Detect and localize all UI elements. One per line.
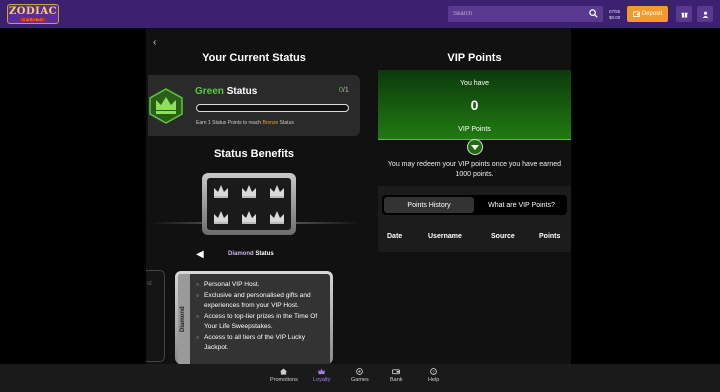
benefit-item: Access to top-tier prizes in the Time Of… xyxy=(196,312,322,333)
benefit-item: Personal VIP Host. xyxy=(196,280,322,291)
points-tabs: Points History What are VIP Points? xyxy=(382,195,567,215)
ghost-card-text: st xyxy=(147,281,152,287)
diamond-crowns xyxy=(207,178,291,230)
earn-prefix: Earn 1 Status Points to reach xyxy=(196,120,262,126)
expand-vip-button[interactable] xyxy=(467,139,483,155)
previous-tier-card[interactable]: st xyxy=(146,270,165,362)
diamond-badge xyxy=(202,173,296,235)
redeem-info: You may redeem your VIP points once you … xyxy=(387,161,562,178)
nav-label: Games xyxy=(351,377,369,383)
selected-tier-suffix: Status xyxy=(255,251,274,257)
search-box xyxy=(448,6,603,22)
crown-icon xyxy=(149,88,183,124)
tier-side-label: Diamond xyxy=(178,274,190,364)
deposit-button[interactable]: Deposit xyxy=(627,6,668,22)
earn-suffix: Status xyxy=(279,120,294,126)
benefit-item: Exclusive and personalised gifts and exp… xyxy=(196,291,322,312)
crown-icon xyxy=(270,185,284,198)
benefits-card: Diamond Personal VIP Host. Exclusive and… xyxy=(175,271,333,364)
tier-side-text: Diamond xyxy=(180,306,186,332)
tab-points-history[interactable]: Points History xyxy=(384,197,474,213)
tab-what-are-vip-points[interactable]: What are VIP Points? xyxy=(478,197,565,213)
crown-icon xyxy=(242,211,256,224)
balance-amount: $0.00 xyxy=(609,15,621,20)
crown-icon xyxy=(214,185,228,198)
nav-label: Promotions xyxy=(270,377,298,383)
user-icon xyxy=(702,11,708,18)
bank-icon xyxy=(392,369,401,375)
chevron-down-icon xyxy=(471,144,479,150)
crown-icon xyxy=(242,185,256,198)
deposit-label: Deposit xyxy=(641,11,663,17)
balance-display[interactable]: 07/55 $0.00 xyxy=(609,9,620,21)
nav-bank[interactable]: Bank xyxy=(390,368,403,383)
earn-target: Bronze xyxy=(262,120,279,126)
search-input[interactable] xyxy=(453,11,583,17)
vip-points-heading: VIP Points xyxy=(447,52,502,64)
wallet-icon xyxy=(632,11,640,17)
back-button[interactable]: ‹ xyxy=(153,37,156,48)
nav-label: Bank xyxy=(390,377,403,383)
benefit-item: Access to all tiers of the VIP Lucky Jac… xyxy=(196,333,322,354)
home-icon xyxy=(280,368,288,375)
status-name: Green Status xyxy=(195,86,257,97)
gift-button[interactable] xyxy=(676,6,692,22)
nav-help[interactable]: ? Help xyxy=(428,368,439,383)
games-icon xyxy=(356,368,364,375)
column-username: Username xyxy=(428,233,462,240)
progress-total: /1 xyxy=(342,87,349,94)
nav-label: Loyalty xyxy=(313,377,331,383)
gift-icon xyxy=(680,12,688,18)
vip-points-value: 0 xyxy=(470,97,479,113)
benefits-list: Personal VIP Host. Exclusive and persona… xyxy=(196,280,322,354)
logo-subtext: CASINO xyxy=(20,16,46,22)
earn-message: Earn 1 Status Points to reach Bronze Sta… xyxy=(196,120,294,126)
help-icon: ? xyxy=(430,368,437,375)
search-icon[interactable] xyxy=(589,9,598,18)
casino-logo[interactable]: ZODIAC CASINO xyxy=(7,4,59,24)
nav-loyalty[interactable]: Loyalty xyxy=(313,368,330,383)
logo-text: ZODIAC xyxy=(8,5,58,17)
status-benefits-heading: Status Benefits xyxy=(213,148,295,160)
column-source: Source xyxy=(491,233,515,240)
previous-tier-button[interactable]: ◀ xyxy=(196,249,204,260)
status-color-word: Green xyxy=(195,86,224,97)
account-button[interactable] xyxy=(697,6,713,22)
nav-promotions[interactable]: Promotions xyxy=(270,368,298,383)
benefits-card-body: Diamond Personal VIP Host. Exclusive and… xyxy=(178,274,330,364)
nav-games[interactable]: Games xyxy=(351,368,369,383)
crown-icon xyxy=(318,368,325,375)
vip-points-label: VIP Points xyxy=(458,126,491,133)
selected-tier-name: Diamond xyxy=(228,251,254,257)
crown-icon xyxy=(270,211,284,224)
nav-label: Help xyxy=(428,377,440,383)
green-crown-badge xyxy=(148,88,184,124)
status-progress-bar xyxy=(196,104,349,112)
crown-icon xyxy=(214,211,228,224)
status-suffix: Status xyxy=(226,86,258,97)
column-date: Date xyxy=(387,233,403,240)
top-bar: ZODIAC CASINO 07/55 $0.00 Deposit xyxy=(0,0,720,28)
svg-text:?: ? xyxy=(432,369,435,374)
vip-you-have: You have xyxy=(460,80,489,87)
current-status-heading: Your Current Status xyxy=(202,52,306,64)
progress-count: 0/1 xyxy=(339,87,349,94)
selected-tier-label: Diamond Status xyxy=(228,251,274,257)
column-points: Points xyxy=(539,233,561,240)
